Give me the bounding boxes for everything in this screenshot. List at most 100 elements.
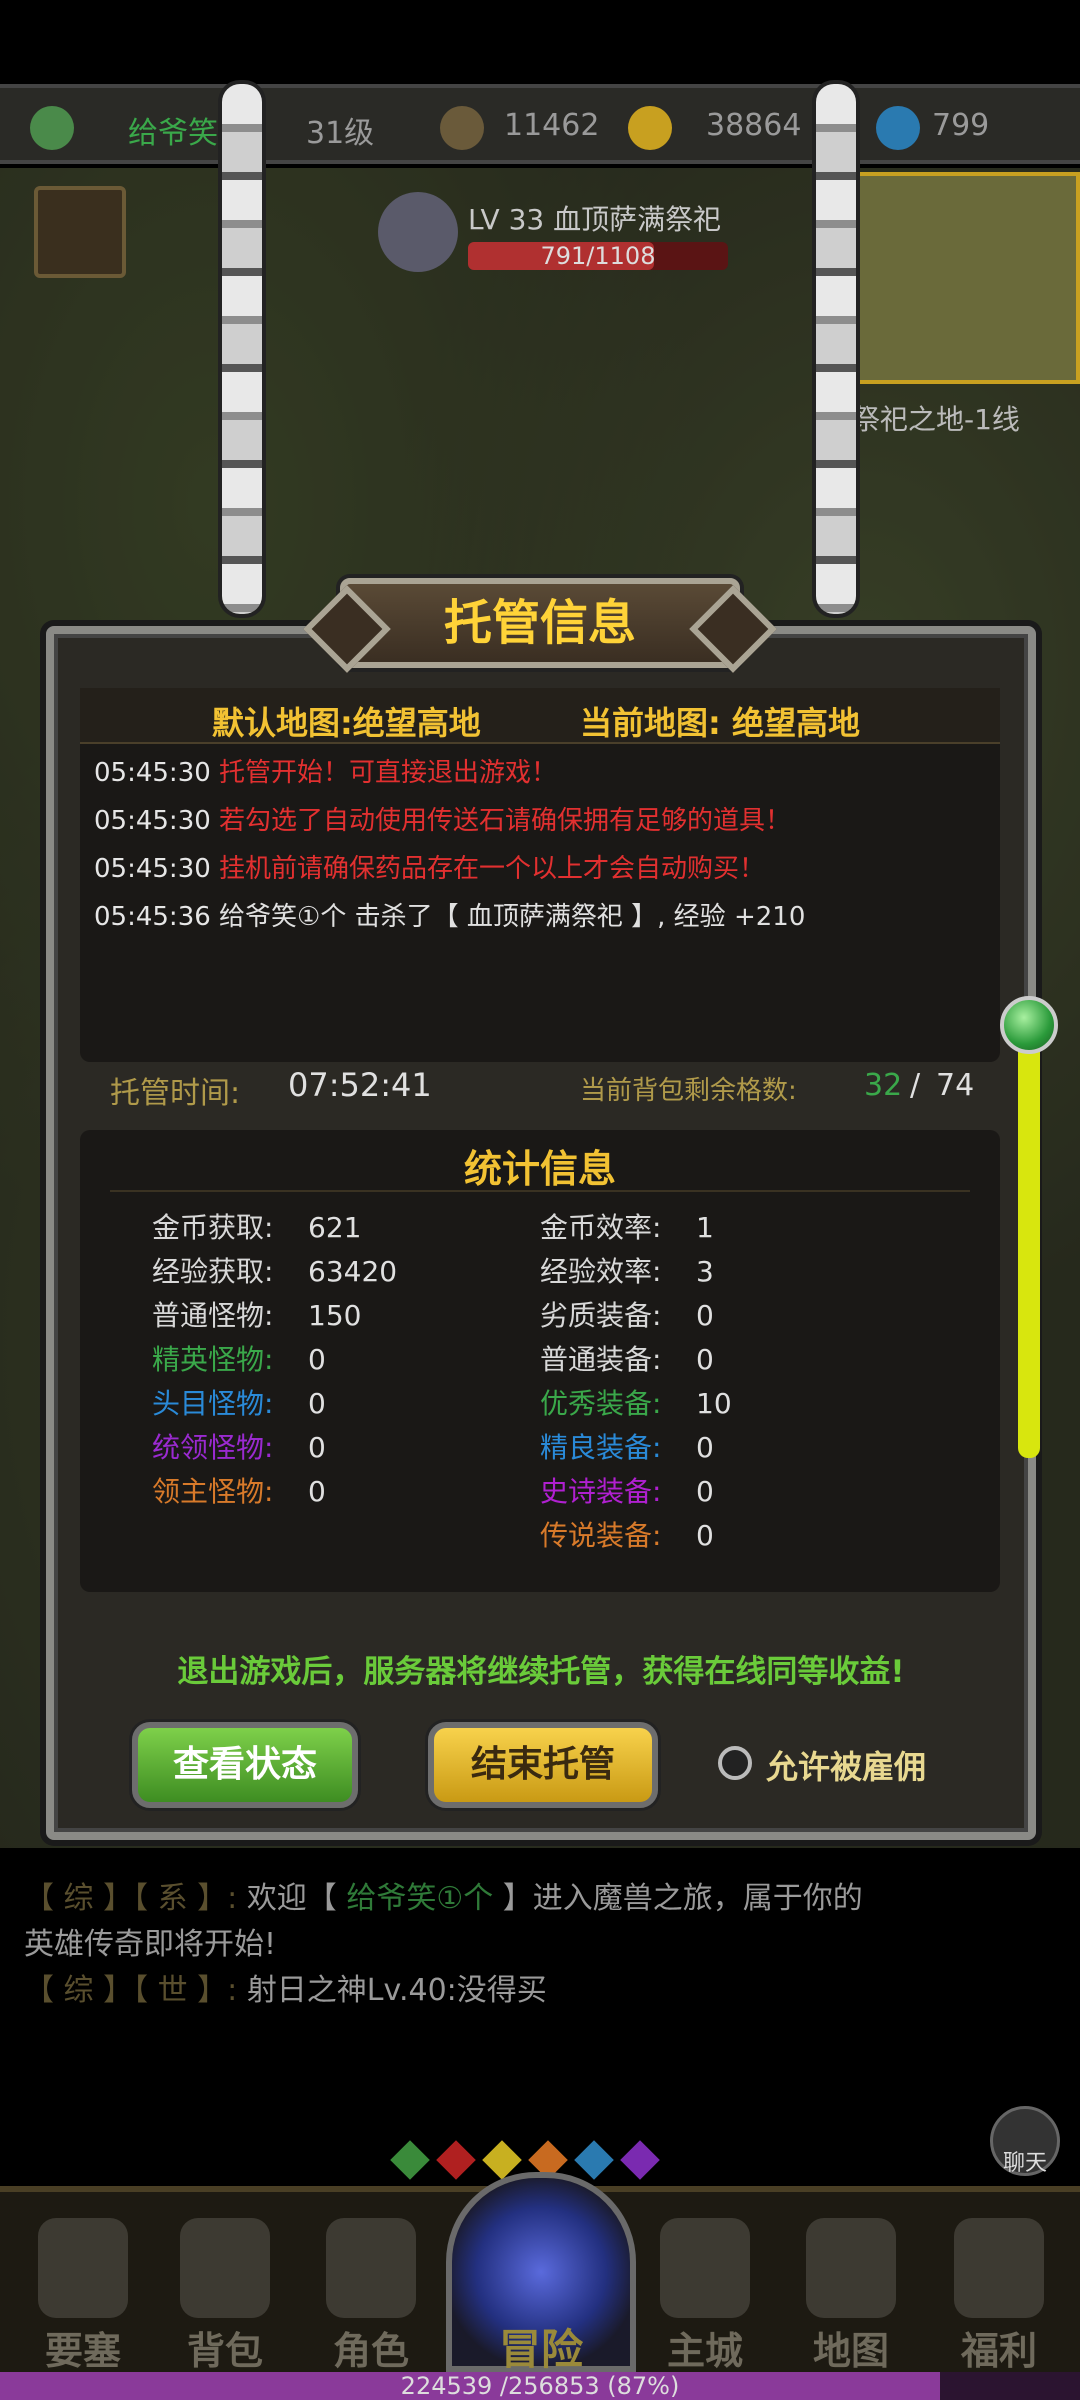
stat-row: 普通装备: 0	[540, 1338, 714, 1378]
stat-value: 0	[696, 1475, 714, 1508]
log-text: 托管开始！可直接退出游戏！	[219, 758, 558, 788]
dialog-scrollbar[interactable]	[1018, 1028, 1040, 1458]
stat-row: 精英怪物: 0	[152, 1338, 326, 1378]
stat-label: 精良装备:	[540, 1431, 662, 1464]
boss-info: LV 33 血顶萨满祭祀 791/1108	[368, 186, 748, 282]
player-level: 31级	[306, 116, 375, 151]
stat-label: 金币效率:	[540, 1211, 662, 1244]
boss-hp-text: 791/1108	[540, 242, 656, 270]
stat-label: 经验获取:	[152, 1255, 274, 1288]
nav-label: 地图	[812, 2329, 889, 2373]
boss-portrait-icon	[378, 192, 458, 272]
nav-main-city[interactable]: 主城	[630, 2192, 770, 2373]
stat-value: 0	[308, 1387, 326, 1420]
stat-row: 金币获取: 621	[152, 1206, 361, 1246]
stat-row: 经验获取: 63420	[152, 1250, 397, 1290]
nav-fortress[interactable]: 要塞	[8, 2192, 148, 2373]
gold-amount: 11462	[504, 108, 600, 143]
party-avatar[interactable]	[34, 186, 126, 278]
end-hosting-label: 结束托管	[470, 1744, 615, 1785]
stat-row: 精良装备: 0	[540, 1426, 714, 1466]
gem-row	[390, 2140, 660, 2180]
coin-icon[interactable]	[628, 106, 672, 150]
stat-row: 劣质装备: 0	[540, 1294, 714, 1334]
map-line-name: 祭祀之地-1线	[852, 403, 1020, 436]
gem-icon	[436, 2140, 476, 2180]
hosting-time-label: 托管时间:	[110, 1076, 241, 1111]
stat-label: 普通怪物:	[152, 1299, 274, 1332]
coin-amount: 38864	[706, 108, 802, 143]
scroll-map-icon	[806, 2218, 896, 2318]
nav-bag[interactable]: 背包	[150, 2192, 290, 2373]
diamond-icon[interactable]	[876, 106, 920, 150]
nav-adventure-label: 冒险	[498, 2325, 583, 2374]
chat-text: 】进入魔兽之旅，属于你的	[493, 1881, 863, 1916]
allow-hire-radio[interactable]	[718, 1746, 752, 1780]
chat-button[interactable]: 聊天	[990, 2106, 1060, 2176]
stat-row: 金币效率: 1	[540, 1206, 714, 1246]
log-text: 给爷笑①个 击杀了【 血顶萨满祭祀 】, 经验 +210	[219, 902, 806, 932]
stat-label: 领主怪物:	[152, 1475, 274, 1508]
stat-value: 0	[696, 1299, 714, 1332]
stat-label: 经验效率:	[540, 1255, 662, 1288]
stat-label: 传说装备:	[540, 1519, 662, 1552]
character-icon	[326, 2218, 416, 2318]
top-status-bar: 给爷笑 31级 11462 38864 799	[0, 84, 1080, 164]
log-time: 05:45:30	[94, 758, 211, 788]
gem-icon	[620, 2140, 660, 2180]
left-chain	[222, 84, 262, 614]
chat-button-label: 聊天	[1002, 2151, 1047, 2176]
right-chain	[816, 84, 856, 614]
stat-label: 史诗装备:	[540, 1475, 662, 1508]
log-header: 默认地图:绝望高地 当前地图: 绝望高地	[80, 688, 1000, 744]
allow-hire-label[interactable]: 允许被雇佣	[766, 1742, 926, 1788]
stat-value: 0	[308, 1343, 326, 1376]
stats-divider	[110, 1190, 970, 1192]
stat-row: 传说装备: 0	[540, 1514, 714, 1554]
chat-log: 【 综 】【 系 】: 欢迎【 给爷笑①个 】进入魔兽之旅，属于你的 英雄传奇即…	[24, 1876, 1064, 2014]
nav-label: 福利	[960, 2329, 1037, 2373]
stat-label: 普通装备:	[540, 1343, 662, 1376]
log-line: 05:45:36 给爷笑①个 击杀了【 血顶萨满祭祀 】, 经验 +210	[94, 896, 805, 933]
scrollbar-knob[interactable]	[1000, 996, 1058, 1054]
end-hosting-button[interactable]: 结束托管	[428, 1722, 658, 1808]
nav-character[interactable]: 角色	[296, 2192, 436, 2373]
nav-label: 背包	[186, 2329, 263, 2373]
gem-icon	[574, 2140, 614, 2180]
chat-line-cont: 英雄传奇即将开始!	[24, 1927, 277, 1962]
stat-row: 普通怪物: 150	[152, 1294, 361, 1334]
player-portrait-icon[interactable]	[30, 106, 74, 150]
chat-player-link[interactable]: 给爷笑①个	[346, 1881, 493, 1916]
stat-value: 1	[696, 1211, 714, 1244]
stat-value: 0	[696, 1431, 714, 1464]
stats-title: 统计信息	[463, 1147, 616, 1191]
statistics-panel: 统计信息 金币获取: 621 经验获取: 63420 普通怪物: 150 精英怪物: 0 头目怪…	[80, 1130, 1000, 1592]
stat-row: 头目怪物: 0	[152, 1382, 326, 1422]
player-name: 给爷笑	[128, 116, 218, 151]
gold-icon	[440, 106, 484, 150]
chat-line: 【 综 】【 系 】: 欢迎【 给爷笑①个 】进入魔兽之旅，属于你的	[24, 1876, 1064, 1922]
dialog-title-plate: 托管信息	[340, 578, 740, 668]
stat-row: 统领怪物: 0	[152, 1426, 326, 1466]
hosting-status-row: 托管时间: 07:52:41 当前背包剩余格数: 32 / 74	[80, 1066, 1000, 1111]
bag-separator: /	[910, 1068, 921, 1103]
log-text: 若勾选了自动使用传送石请确保拥有足够的道具！	[219, 806, 792, 836]
bag-icon	[180, 2218, 270, 2318]
stat-label: 优秀装备:	[540, 1387, 662, 1420]
bag-total-slots: 74	[936, 1068, 975, 1103]
view-status-button[interactable]: 查看状态	[132, 1722, 358, 1808]
nav-map[interactable]: 地图	[776, 2192, 916, 2373]
dialog-title: 托管信息	[443, 595, 636, 651]
log-text: 挂机前请确保药品存在一个以上才会自动购买！	[219, 854, 766, 884]
log-line: 05:45:30 托管开始！可直接退出游戏！	[94, 752, 557, 789]
stat-label: 头目怪物:	[152, 1387, 274, 1420]
minimap[interactable]	[856, 172, 1080, 384]
nav-label: 角色	[332, 2329, 409, 2373]
stat-value: 0	[696, 1519, 714, 1552]
chat-channel-tag: 【 综 】【 世 】:	[24, 1973, 238, 2008]
stat-value: 621	[308, 1211, 362, 1244]
nav-label: 要塞	[44, 2329, 121, 2373]
gem-icon	[390, 2140, 430, 2180]
bag-free-slots: 32	[864, 1068, 903, 1103]
nav-welfare[interactable]: 福利	[924, 2192, 1064, 2373]
